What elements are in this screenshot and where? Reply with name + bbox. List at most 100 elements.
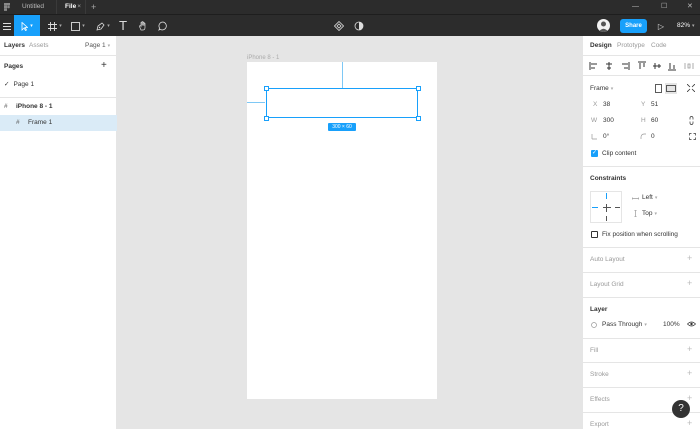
- horizontal-constraint-select[interactable]: Left ▾: [642, 194, 657, 201]
- height-field[interactable]: 60: [651, 117, 658, 124]
- page-selector[interactable]: Page 1 ▾: [85, 42, 110, 49]
- close-window-button[interactable]: ✕: [687, 0, 693, 14]
- constraint-bottom[interactable]: [606, 216, 607, 221]
- clip-content-checkbox[interactable]: [591, 149, 598, 157]
- horizontal-constraint-value: Left: [642, 194, 653, 201]
- add-page-button[interactable]: +: [101, 60, 107, 71]
- rectangle-icon: [71, 21, 81, 31]
- divider: [0, 97, 117, 98]
- share-button[interactable]: Share: [620, 19, 647, 33]
- layer-header: Layer: [590, 306, 608, 313]
- alignment-toolbar: [583, 56, 700, 76]
- canvas[interactable]: iPhone 8 - 1 300 × 60: [117, 36, 582, 429]
- resize-handle[interactable]: [264, 86, 269, 91]
- artboard-label[interactable]: iPhone 8 - 1: [247, 55, 279, 61]
- clip-content-label: Clip content: [602, 150, 637, 157]
- chevron-down-icon: ▾: [59, 23, 62, 29]
- new-tab-button[interactable]: +: [91, 0, 96, 14]
- divider: [583, 166, 700, 167]
- tab-prototype[interactable]: Prototype: [617, 42, 645, 49]
- constrain-proportions-icon[interactable]: [689, 116, 694, 125]
- present-button[interactable]: ▷: [655, 15, 667, 37]
- page-item[interactable]: ✓ Page 1: [4, 80, 34, 88]
- close-tab-icon[interactable]: ×: [77, 0, 81, 14]
- add-stroke-button[interactable]: +: [687, 368, 692, 378]
- align-center-vertical-icon[interactable]: [652, 61, 662, 71]
- measurement-guide-vertical: [342, 62, 343, 88]
- horizontal-constraint-icon: [632, 197, 639, 200]
- vertical-constraint-icon: [634, 210, 637, 217]
- independent-corners-icon[interactable]: [689, 133, 696, 140]
- frame-tool-button[interactable]: ▾: [44, 15, 66, 37]
- effects-header: Effects: [590, 396, 610, 403]
- portrait-icon[interactable]: [655, 84, 662, 93]
- layer-row-selected[interactable]: # Frame 1: [0, 115, 117, 131]
- tab-code[interactable]: Code: [651, 42, 667, 49]
- chevron-down-icon: ▾: [644, 322, 647, 328]
- resize-handle[interactable]: [264, 116, 269, 121]
- landscape-icon[interactable]: [665, 83, 677, 94]
- add-fill-button[interactable]: +: [687, 344, 692, 354]
- mask-button[interactable]: [351, 15, 367, 37]
- component-icon: [334, 21, 344, 31]
- resize-to-fit-icon[interactable]: [687, 84, 695, 92]
- tab-untitled[interactable]: Untitled: [22, 0, 44, 14]
- width-field[interactable]: 300: [603, 117, 614, 124]
- constraint-top[interactable]: [606, 193, 607, 199]
- align-center-horizontal-icon[interactable]: [604, 61, 614, 71]
- vertical-constraint-select[interactable]: Top ▾: [642, 210, 657, 217]
- eye-icon[interactable]: [687, 321, 696, 327]
- chevron-down-icon: ▾: [654, 195, 658, 201]
- divider: [583, 297, 700, 298]
- pen-tool-button[interactable]: ▾: [92, 15, 114, 37]
- tab-file[interactable]: File ×: [56, 0, 86, 14]
- resize-handle[interactable]: [416, 116, 421, 121]
- add-export-button[interactable]: +: [687, 418, 692, 428]
- constraint-center-h[interactable]: [603, 207, 611, 208]
- align-top-icon[interactable]: [637, 61, 647, 71]
- components-button[interactable]: [331, 15, 347, 37]
- frame-icon: [48, 21, 58, 31]
- align-right-icon[interactable]: [620, 61, 630, 71]
- title-bar: Untitled File × + — ☐ ✕: [0, 0, 700, 14]
- avatar[interactable]: [597, 19, 610, 32]
- rotation-field[interactable]: 0°: [603, 133, 609, 140]
- move-tool-button[interactable]: ▾: [14, 15, 40, 37]
- corner-radius-field[interactable]: 0: [651, 133, 655, 140]
- constraint-left[interactable]: [592, 207, 598, 208]
- add-effect-button[interactable]: +: [687, 393, 692, 403]
- align-bottom-icon[interactable]: [667, 61, 677, 71]
- constraints-widget[interactable]: [590, 191, 622, 223]
- resize-handle[interactable]: [416, 86, 421, 91]
- help-button[interactable]: ?: [672, 400, 690, 418]
- minimize-button[interactable]: —: [632, 0, 639, 14]
- constraint-center-v[interactable]: [606, 204, 607, 212]
- blend-mode-icon: [591, 322, 597, 328]
- distribute-icon[interactable]: [684, 61, 694, 71]
- shape-tool-button[interactable]: ▾: [68, 15, 88, 37]
- align-left-icon[interactable]: [589, 61, 599, 71]
- h-label: H: [641, 117, 646, 124]
- figma-logo-icon[interactable]: [3, 3, 11, 11]
- constraint-right[interactable]: [615, 207, 620, 208]
- tab-layers[interactable]: Layers: [4, 42, 25, 49]
- selected-frame[interactable]: [266, 88, 418, 118]
- y-field[interactable]: 51: [651, 101, 658, 108]
- add-auto-layout-button[interactable]: +: [687, 253, 692, 263]
- maximize-button[interactable]: ☐: [661, 0, 667, 14]
- text-tool-button[interactable]: T: [115, 15, 131, 37]
- tab-assets[interactable]: Assets: [29, 42, 49, 49]
- zoom-level[interactable]: 82% ▾: [677, 15, 695, 37]
- layer-row[interactable]: # iPhone 8 - 1: [0, 99, 117, 115]
- tab-design[interactable]: Design: [590, 42, 612, 49]
- comment-tool-button[interactable]: [154, 15, 172, 37]
- hand-tool-button[interactable]: [134, 15, 152, 37]
- add-layout-grid-button[interactable]: +: [687, 278, 692, 288]
- opacity-field[interactable]: 100%: [663, 321, 680, 328]
- frame-type-selector[interactable]: Frame ▾: [590, 85, 613, 92]
- main-menu-button[interactable]: [0, 15, 14, 37]
- size-badge: 300 × 60: [328, 123, 356, 131]
- blend-mode-select[interactable]: Pass Through ▾: [602, 321, 647, 328]
- fix-position-checkbox[interactable]: [591, 231, 598, 238]
- x-field[interactable]: 38: [603, 101, 610, 108]
